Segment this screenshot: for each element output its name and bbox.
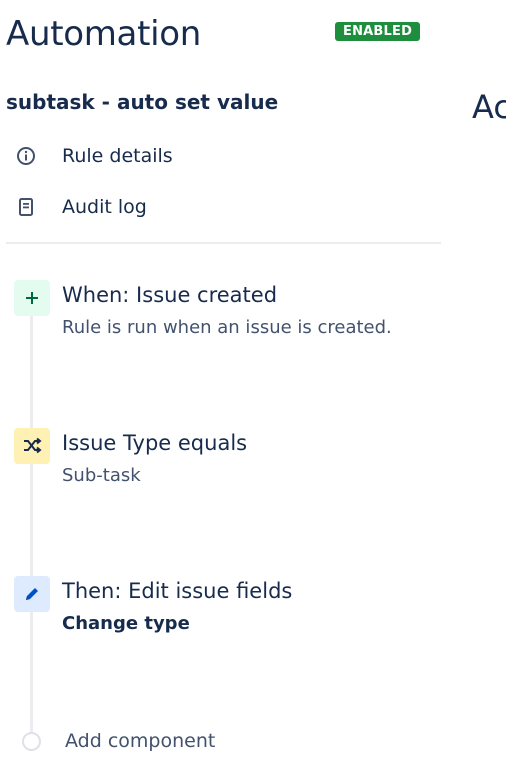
step-subtitle: Sub-task (62, 465, 141, 486)
pencil-icon (14, 576, 50, 612)
step-title: Issue Type equals (62, 431, 248, 455)
document-icon (16, 197, 50, 217)
nav-item-audit-log[interactable]: Audit log (16, 191, 147, 223)
status-badge: ENABLED (335, 22, 421, 41)
step-subtitle: Change type (62, 613, 190, 634)
shuffle-icon (14, 428, 50, 464)
plus-icon (14, 280, 50, 316)
add-component-button[interactable]: Add component (22, 730, 215, 752)
info-icon (16, 146, 50, 166)
nav-item-label: Audit log (62, 196, 147, 218)
timeline-line (30, 300, 33, 740)
step-condition[interactable]: Issue Type equals Sub-task (14, 428, 454, 498)
right-panel-heading: Ac (472, 88, 506, 126)
add-component-label: Add component (65, 730, 216, 752)
step-title: When: Issue created (62, 283, 278, 307)
nav-item-label: Rule details (62, 145, 173, 167)
page-title: Automation (6, 14, 202, 54)
nav-item-rule-details[interactable]: Rule details (16, 140, 173, 172)
rule-name: subtask - auto set value (6, 90, 279, 114)
step-trigger[interactable]: When: Issue created Rule is run when an … (14, 280, 454, 350)
divider (6, 242, 441, 244)
step-action[interactable]: Then: Edit issue fields Change type (14, 576, 454, 646)
step-title: Then: Edit issue fields (62, 579, 293, 603)
add-component-dot-icon (22, 731, 41, 751)
step-subtitle: Rule is run when an issue is created. (62, 317, 392, 338)
